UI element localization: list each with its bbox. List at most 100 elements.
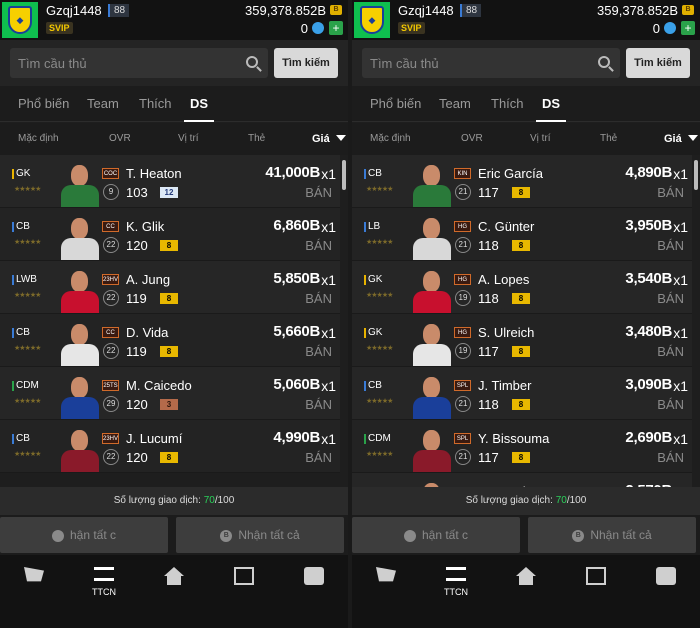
player-row[interactable]: GK ★★★★★ HG 19 A. Lopes 118 8 3,540B x1 BÁN <box>352 261 692 314</box>
sell-button[interactable]: BÁN <box>657 397 684 412</box>
stars-icon: ★★★★★ <box>14 239 41 246</box>
tab-ds[interactable]: DS <box>535 96 567 122</box>
nav-bag[interactable] <box>646 567 686 603</box>
sell-button[interactable]: BÁN <box>305 450 332 465</box>
field-icon <box>234 567 254 585</box>
receive-all-button[interactable]: B Nhận tất cả <box>528 517 696 553</box>
sort-ovr[interactable]: OVR <box>461 133 483 144</box>
sell-button[interactable]: BÁN <box>305 344 332 359</box>
bottom-nav: TTCN <box>352 555 700 628</box>
quantity: x1 <box>321 325 336 341</box>
sort-price[interactable]: Giá <box>664 133 682 145</box>
player-name: Y. Bissouma <box>478 431 550 446</box>
season-ovr: 9 <box>103 184 119 200</box>
search-button[interactable]: Tìm kiếm <box>626 48 690 78</box>
nav-shop[interactable] <box>366 567 406 603</box>
scrollbar[interactable] <box>694 160 698 190</box>
tab-ds[interactable]: DS <box>183 96 215 122</box>
player-row[interactable]: RM★★★★★S. March2,570Bx1 <box>352 473 692 487</box>
sort-position[interactable]: Vị trí <box>178 133 199 144</box>
receive-all-button[interactable]: B Nhận tất cả <box>176 517 344 553</box>
season-badge: COC <box>102 168 119 179</box>
tab-bar: Phổ biến Team Thích DS <box>352 86 700 122</box>
upgrade-badge: 8 <box>160 346 178 357</box>
tab-team[interactable]: Team <box>87 96 119 111</box>
nav-bag[interactable] <box>294 567 334 603</box>
nav-home[interactable] <box>506 567 546 603</box>
nav-home[interactable] <box>154 567 194 603</box>
tab-favorite[interactable]: Thích <box>491 96 524 111</box>
player-row[interactable]: LB ★★★★★ HG 21 C. Günter 118 8 3,950B x1 BÁN <box>352 208 692 261</box>
vip-badge[interactable]: SVIP <box>398 22 425 34</box>
scrollbar[interactable] <box>342 160 346 190</box>
add-cash-button[interactable]: + <box>681 21 695 35</box>
upgrade-badge: 12 <box>160 187 178 198</box>
nav-shop[interactable] <box>14 567 54 603</box>
tab-popular[interactable]: Phổ biến <box>18 96 69 111</box>
nav-squad[interactable] <box>576 567 616 603</box>
player-row[interactable]: LWB ★★★★★ 23HV 22 A. Jung 119 8 5,850B x1 BÁN <box>0 261 340 314</box>
player-name: D. Vida <box>126 325 169 340</box>
cash-balance: 0 <box>652 21 660 36</box>
upgrade-badge: 8 <box>512 240 530 251</box>
player-row[interactable]: CDM ★★★★★ 25TS 29 M. Caicedo 120 3 5,060B x1 BÁN <box>0 367 340 420</box>
search-button[interactable]: Tìm kiếm <box>274 48 338 78</box>
nav-transfer[interactable]: TTCN <box>436 567 476 603</box>
stars-icon: ★★★★★ <box>14 398 41 405</box>
receive-button[interactable]: hận tất c <box>0 517 168 553</box>
cash-icon <box>312 22 324 34</box>
sell-button[interactable]: BÁN <box>657 238 684 253</box>
sort-price[interactable]: Giá <box>312 133 330 145</box>
sort-default[interactable]: Mặc định <box>370 133 411 144</box>
market-panel: ◆ Gzqj1448 88 SVIP 359,378.852B B 0 + Tì… <box>352 0 700 628</box>
tab-favorite[interactable]: Thích <box>139 96 172 111</box>
player-row[interactable]: CB ★★★★★ CC 22 K. Glik 120 8 6,860B x1 BÁN <box>0 208 340 261</box>
player-row[interactable]: CB ★★★★★ SPL 21 J. Timber 118 8 3,090B x1 BÁN <box>352 367 692 420</box>
caret-down-icon[interactable] <box>336 135 346 141</box>
player-row[interactable]: CB ★★★★★ CC 22 D. Vida 119 8 5,660B x1 BÁN <box>0 314 340 367</box>
club-logo[interactable]: ◆ <box>2 2 38 38</box>
tab-popular[interactable]: Phổ biến <box>370 96 421 111</box>
caret-down-icon[interactable] <box>688 135 698 141</box>
nav-transfer[interactable]: TTCN <box>84 567 124 603</box>
sort-card[interactable]: Thẻ <box>600 133 617 144</box>
sell-button[interactable]: BÁN <box>305 185 332 200</box>
add-cash-button[interactable]: + <box>329 21 343 35</box>
search-input[interactable] <box>10 48 230 78</box>
action-buttons: hận tất c B Nhận tất cả <box>0 515 348 555</box>
upgrade-badge: 8 <box>512 293 530 304</box>
sort-ovr[interactable]: OVR <box>109 133 131 144</box>
player-row[interactable]: CB ★★★★★ 23HV 22 J. Lucumí 120 8 4,990B x1 BÁN <box>0 420 340 473</box>
price: 4,890B <box>625 164 672 181</box>
player-ovr: 120 <box>126 397 148 412</box>
player-ovr: 118 <box>478 238 499 253</box>
vip-badge[interactable]: SVIP <box>46 22 73 34</box>
sort-header: Mặc định OVR Vị trí Thẻ Giá <box>0 123 348 155</box>
sell-button[interactable]: BÁN <box>657 344 684 359</box>
sort-card[interactable]: Thẻ <box>248 133 265 144</box>
player-row[interactable]: CDM ★★★★★ SPL 21 Y. Bissouma 117 8 2,690B x1 BÁN <box>352 420 692 473</box>
search-icon[interactable] <box>246 56 258 68</box>
player-row[interactable]: GK ★★★★★ HG 19 S. Ulreich 117 8 3,480B x1 BÁN <box>352 314 692 367</box>
search-input[interactable] <box>362 48 582 78</box>
sell-button[interactable]: BÁN <box>305 238 332 253</box>
sort-position[interactable]: Vị trí <box>530 133 551 144</box>
coin-icon: B <box>220 529 233 542</box>
player-row[interactable]: CB ★★★★★ KIN 21 Eric García 117 8 4,890B x1 BÁN <box>352 155 692 208</box>
sell-button[interactable]: BÁN <box>305 397 332 412</box>
sell-button[interactable]: BÁN <box>657 185 684 200</box>
position-label: CDM <box>364 433 391 444</box>
player-row[interactable]: GK ★★★★★ COC 9 T. Heaton 103 12 41,000B x1 BÁN <box>0 155 340 208</box>
receive-button[interactable]: hận tất c <box>352 517 520 553</box>
tab-team[interactable]: Team <box>439 96 471 111</box>
club-logo[interactable]: ◆ <box>354 2 390 38</box>
season-badge: HG <box>454 327 471 338</box>
nav-squad[interactable] <box>224 567 264 603</box>
sell-button[interactable]: BÁN <box>657 291 684 306</box>
player-photo <box>58 426 100 472</box>
sell-button[interactable]: BÁN <box>305 291 332 306</box>
sell-button[interactable]: BÁN <box>657 450 684 465</box>
sort-default[interactable]: Mặc định <box>18 133 59 144</box>
search-icon[interactable] <box>598 56 610 68</box>
level-badge: 88 <box>460 4 482 17</box>
